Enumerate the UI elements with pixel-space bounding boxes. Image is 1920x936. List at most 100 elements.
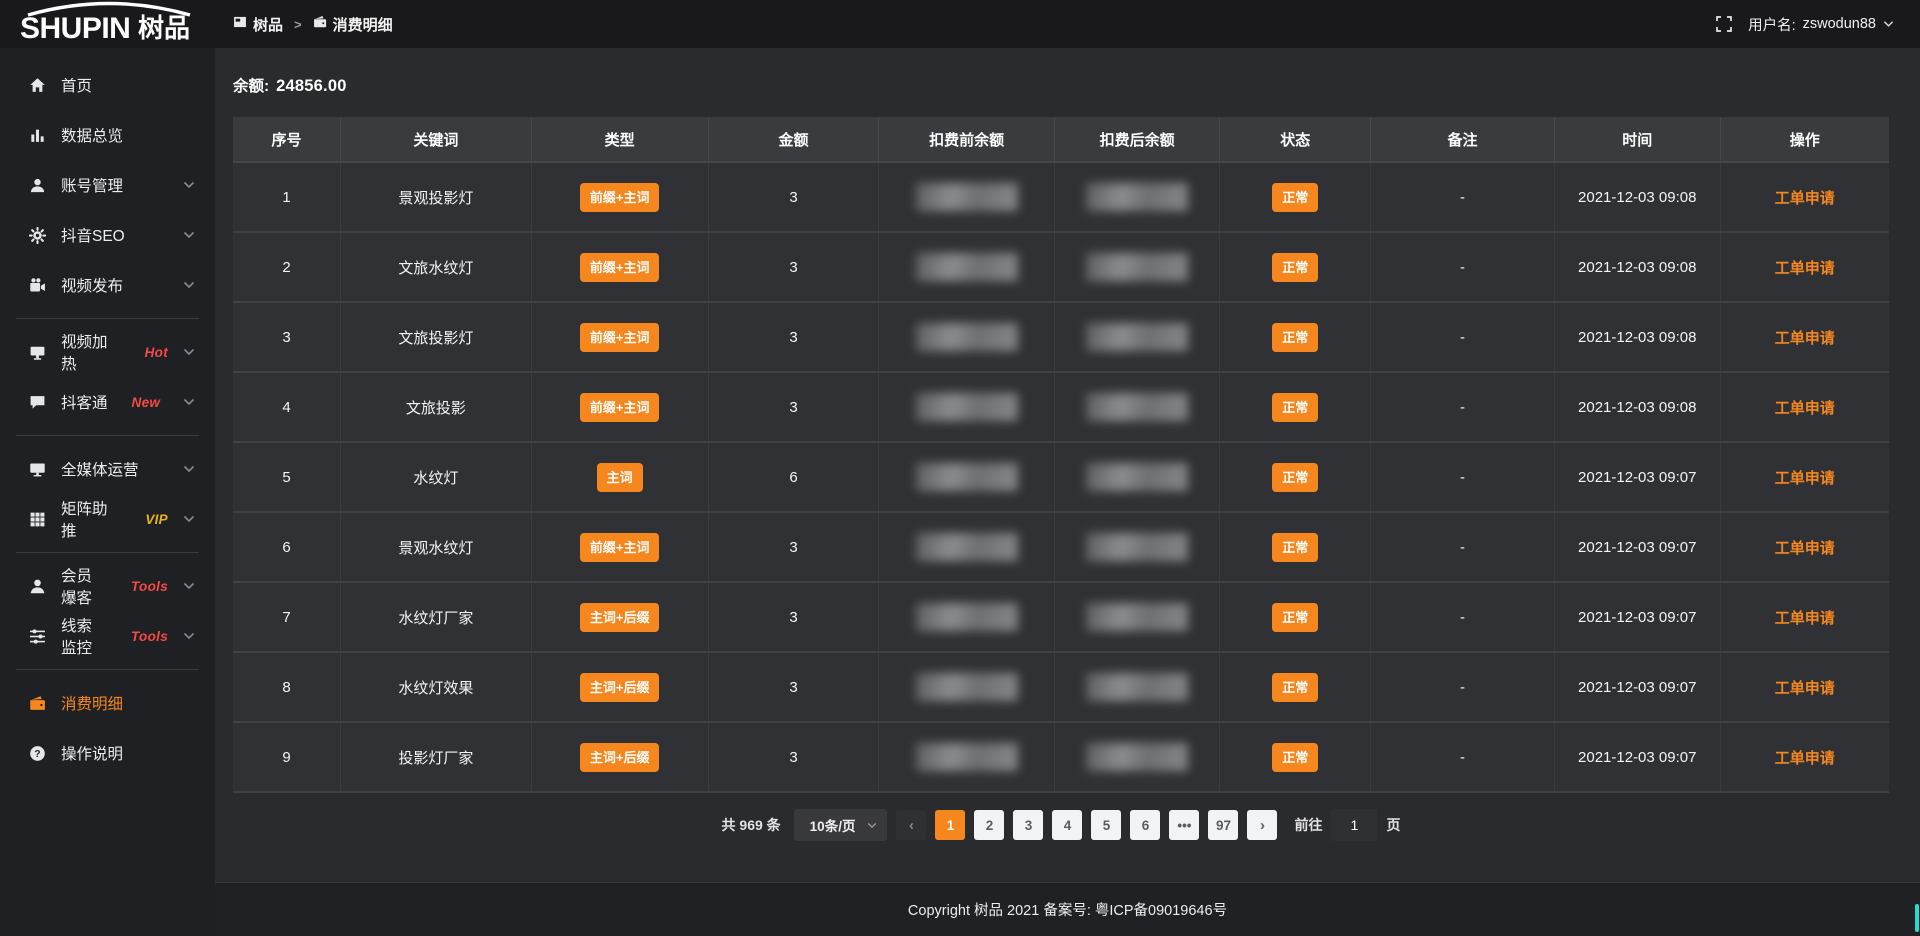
- consumption-table: 序号关键词类型金额扣费前余额扣费后余额状态备注时间操作 1景观投影灯前缀+主词3…: [233, 117, 1889, 793]
- sidebar-item-data-overview[interactable]: 数据总览: [0, 110, 215, 160]
- masked-value: [916, 253, 1018, 281]
- breadcrumb-separator: >: [294, 17, 302, 32]
- cell-type: 前缀+主词: [531, 232, 708, 302]
- breadcrumb-home[interactable]: 树品: [233, 14, 283, 35]
- cell-type: 主词+后缀: [531, 722, 708, 792]
- sidebar-item-label: 账号管理: [61, 174, 123, 196]
- status-badge: 正常: [1272, 603, 1318, 632]
- cell-type: 前缀+主词: [531, 162, 708, 232]
- cell-remark: -: [1371, 652, 1555, 722]
- user-menu[interactable]: 用户名: zswodun88: [1748, 14, 1894, 35]
- table-row: 1景观投影灯前缀+主词3正常-2021-12-03 09:08工单申请: [233, 162, 1889, 232]
- masked-value: [916, 463, 1018, 491]
- cell-time: 2021-12-03 09:07: [1554, 582, 1720, 652]
- table-row: 3文旅投影灯前缀+主词3正常-2021-12-03 09:08工单申请: [233, 302, 1889, 372]
- status-badge: 正常: [1272, 533, 1318, 562]
- page-ellipsis-button[interactable]: •••: [1169, 810, 1199, 840]
- page-button-1[interactable]: 1: [935, 810, 965, 840]
- sidebar-item-account-management[interactable]: 账号管理: [0, 160, 215, 210]
- username-label: 用户名:: [1748, 14, 1796, 35]
- logo-text-cn: 树品: [138, 13, 190, 43]
- ticket-apply-link[interactable]: 工单申请: [1775, 610, 1835, 627]
- main-content: 余额:24856.00 序号关键词类型金额扣费前余额扣费后余额状态备注时间操作 …: [215, 48, 1920, 936]
- page-size-select[interactable]: 10条/页: [794, 809, 888, 841]
- sidebar-item-matrix-boost[interactable]: 矩阵助推VIP: [0, 494, 215, 544]
- cell-type: 前缀+主词: [531, 372, 708, 442]
- column-header-4: 扣费前余额: [879, 117, 1055, 162]
- scrollbar-thumb[interactable]: [1915, 904, 1919, 932]
- page-button-2[interactable]: 2: [974, 810, 1004, 840]
- cell-balance-before: [879, 582, 1055, 652]
- goto-page-input[interactable]: [1331, 809, 1377, 841]
- sidebar-item-all-media-operation[interactable]: 全媒体运营: [0, 444, 215, 494]
- breadcrumb-current[interactable]: 消费明细: [313, 14, 393, 35]
- page-button-4[interactable]: 4: [1052, 810, 1082, 840]
- page-button-6[interactable]: 6: [1130, 810, 1160, 840]
- chevron-down-icon: [183, 582, 195, 590]
- type-badge: 前缀+主词: [580, 323, 660, 352]
- cell-keyword: 水纹灯厂家: [341, 582, 531, 652]
- prev-page-button[interactable]: ‹: [896, 810, 926, 840]
- ticket-apply-link[interactable]: 工单申请: [1775, 750, 1835, 767]
- video-camera-icon: [29, 277, 46, 294]
- cell-balance-after: [1054, 232, 1220, 302]
- ticket-apply-link[interactable]: 工单申请: [1775, 330, 1835, 347]
- cell-balance-after: [1054, 512, 1220, 582]
- cell-amount: 3: [708, 652, 879, 722]
- cell-time: 2021-12-03 09:08: [1554, 302, 1720, 372]
- cell-balance-before: [879, 442, 1055, 512]
- ticket-apply-link[interactable]: 工单申请: [1775, 260, 1835, 277]
- sidebar-item-video-heat[interactable]: 视频加热Hot: [0, 327, 215, 377]
- cell-keyword: 水纹灯: [341, 442, 531, 512]
- cell-status: 正常: [1220, 372, 1371, 442]
- chat-icon: [29, 394, 46, 411]
- cell-status: 正常: [1220, 302, 1371, 372]
- cell-remark: -: [1371, 302, 1555, 372]
- sidebar-item-lead-monitor[interactable]: 线索监控Tools: [0, 611, 215, 661]
- cell-index: 3: [233, 302, 341, 372]
- gear-icon: [29, 227, 46, 244]
- sidebar-item-home[interactable]: 首页: [0, 60, 215, 110]
- breadcrumb: 树品 > 消费明细: [233, 14, 393, 35]
- fullscreen-icon[interactable]: [1716, 16, 1732, 32]
- ticket-apply-link[interactable]: 工单申请: [1775, 190, 1835, 207]
- cell-balance-after: [1054, 162, 1220, 232]
- sidebar-item-douketong[interactable]: 抖客通New: [0, 377, 215, 427]
- item-badge: VIP: [145, 512, 168, 527]
- ticket-apply-link[interactable]: 工单申请: [1775, 400, 1835, 417]
- sidebar-item-label: 首页: [61, 74, 92, 96]
- sidebar-item-douyin-seo[interactable]: 抖音SEO: [0, 210, 215, 260]
- masked-value: [1086, 393, 1188, 421]
- breadcrumb-home-label: 树品: [253, 14, 283, 35]
- masked-value: [916, 603, 1018, 631]
- total-count: 共 969 条: [722, 815, 781, 835]
- cell-amount: 3: [708, 512, 879, 582]
- ticket-apply-link[interactable]: 工单申请: [1775, 540, 1835, 557]
- sidebar-item-operation-guide[interactable]: ?操作说明: [0, 728, 215, 778]
- masked-value: [916, 743, 1018, 771]
- page-button-3[interactable]: 3: [1013, 810, 1043, 840]
- cell-index: 4: [233, 372, 341, 442]
- ticket-apply-link[interactable]: 工单申请: [1775, 680, 1835, 697]
- type-badge: 主词+后缀: [580, 673, 660, 702]
- sidebar-menu: 首页数据总览账号管理抖音SEO视频发布视频加热Hot抖客通New 全媒体运营矩阵助…: [0, 60, 215, 778]
- cell-balance-after: [1054, 582, 1220, 652]
- type-badge: 前缀+主词: [580, 393, 660, 422]
- cell-time: 2021-12-03 09:07: [1554, 722, 1720, 792]
- sidebar-item-label: 抖客通: [61, 391, 108, 413]
- cell-keyword: 景观水纹灯: [341, 512, 531, 582]
- cell-index: 7: [233, 582, 341, 652]
- page-button-97[interactable]: 97: [1208, 810, 1238, 840]
- sidebar-item-consumption-detail[interactable]: 消费明细: [0, 678, 215, 728]
- sidebar-item-member-burst[interactable]: 会员爆客Tools: [0, 561, 215, 611]
- next-page-button[interactable]: ›: [1247, 810, 1277, 840]
- ticket-apply-link[interactable]: 工单申请: [1775, 470, 1835, 487]
- screen-icon: [29, 344, 46, 361]
- chevron-down-icon: [1883, 20, 1894, 28]
- type-badge: 前缀+主词: [580, 533, 660, 562]
- page-button-5[interactable]: 5: [1091, 810, 1121, 840]
- member-icon: [29, 578, 46, 595]
- pagination: 共 969 条 10条/页 ‹ 123456•••97 › 前往 页: [233, 809, 1889, 841]
- sidebar-item-video-publish[interactable]: 视频发布: [0, 260, 215, 310]
- footer: Copyright 树品 2021 备案号: 粤ICP备09019646号: [215, 882, 1920, 936]
